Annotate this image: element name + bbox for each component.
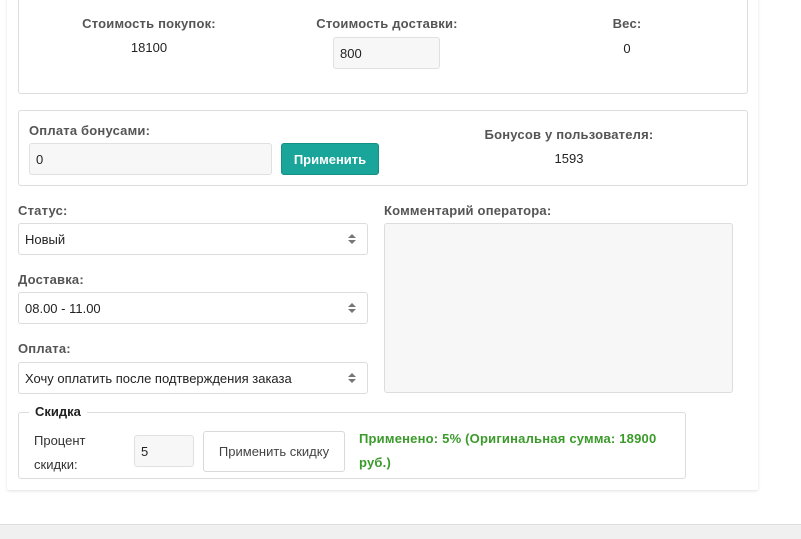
bonus-pay-label: Оплата бонусами: [29, 123, 151, 138]
user-bonus-label: Бонусов у пользователя: [484, 127, 654, 142]
operator-comment-label: Комментарий оператора: [384, 203, 552, 218]
delivery-select-value: 08.00 - 11.00 [25, 300, 101, 316]
weight-value: 0 [623, 41, 631, 56]
delivery-label: Доставка: [18, 272, 84, 287]
delivery-cost-input[interactable]: 800 [333, 37, 440, 69]
status-select[interactable]: Новый [18, 223, 368, 255]
bonus-pay-input[interactable]: 0 [29, 143, 272, 175]
delivery-cost-label: Стоимость доставки: [316, 16, 458, 31]
discount-result-line2: руб.) [359, 455, 391, 470]
discount-fieldset: Скидка Процент скидки: 5 Применить скидк… [18, 404, 686, 479]
discount-percent-label-line2: скидки: [34, 457, 78, 472]
weight-label: Вес: [612, 16, 642, 31]
payment-select-value: Хочу оплатить после подтверждения заказа [25, 370, 292, 386]
order-card: Стоимость покупок: 18100 Стоимость доста… [7, 0, 758, 490]
purchases-cost-label: Стоимость покупок: [82, 16, 216, 31]
purchases-cost-value: 18100 [130, 40, 168, 55]
discount-result-text: Применено: 5% (Оригинальная сумма: 18900… [359, 427, 679, 475]
payment-label: Оплата: [18, 341, 71, 356]
apply-bonus-button[interactable]: Применить [281, 143, 379, 175]
discount-percent-label: Процент скидки: [34, 429, 85, 477]
bonus-box: Оплата бонусами: 0 Применить Бонусов у п… [18, 110, 748, 186]
apply-discount-button[interactable]: Применить скидку [203, 431, 345, 472]
footer-bar [0, 524, 801, 539]
select-arrows-icon [348, 373, 356, 383]
select-arrows-icon [348, 303, 356, 313]
status-label: Статус: [18, 203, 68, 218]
select-arrows-icon [348, 234, 356, 244]
discount-percent-input[interactable]: 5 [134, 435, 194, 467]
discount-legend: Скидка [29, 404, 87, 419]
discount-percent-label-line1: Процент [34, 433, 86, 448]
order-summary-box: Стоимость покупок: 18100 Стоимость доста… [18, 0, 748, 94]
delivery-select[interactable]: 08.00 - 11.00 [18, 292, 368, 324]
operator-comment-textarea[interactable] [384, 223, 733, 393]
discount-result-line1: Применено: 5% (Оригинальная сумма: 18900 [359, 431, 657, 446]
status-select-value: Новый [25, 231, 66, 247]
user-bonus-value: 1593 [554, 151, 584, 166]
payment-select[interactable]: Хочу оплатить после подтверждения заказа [18, 362, 368, 394]
